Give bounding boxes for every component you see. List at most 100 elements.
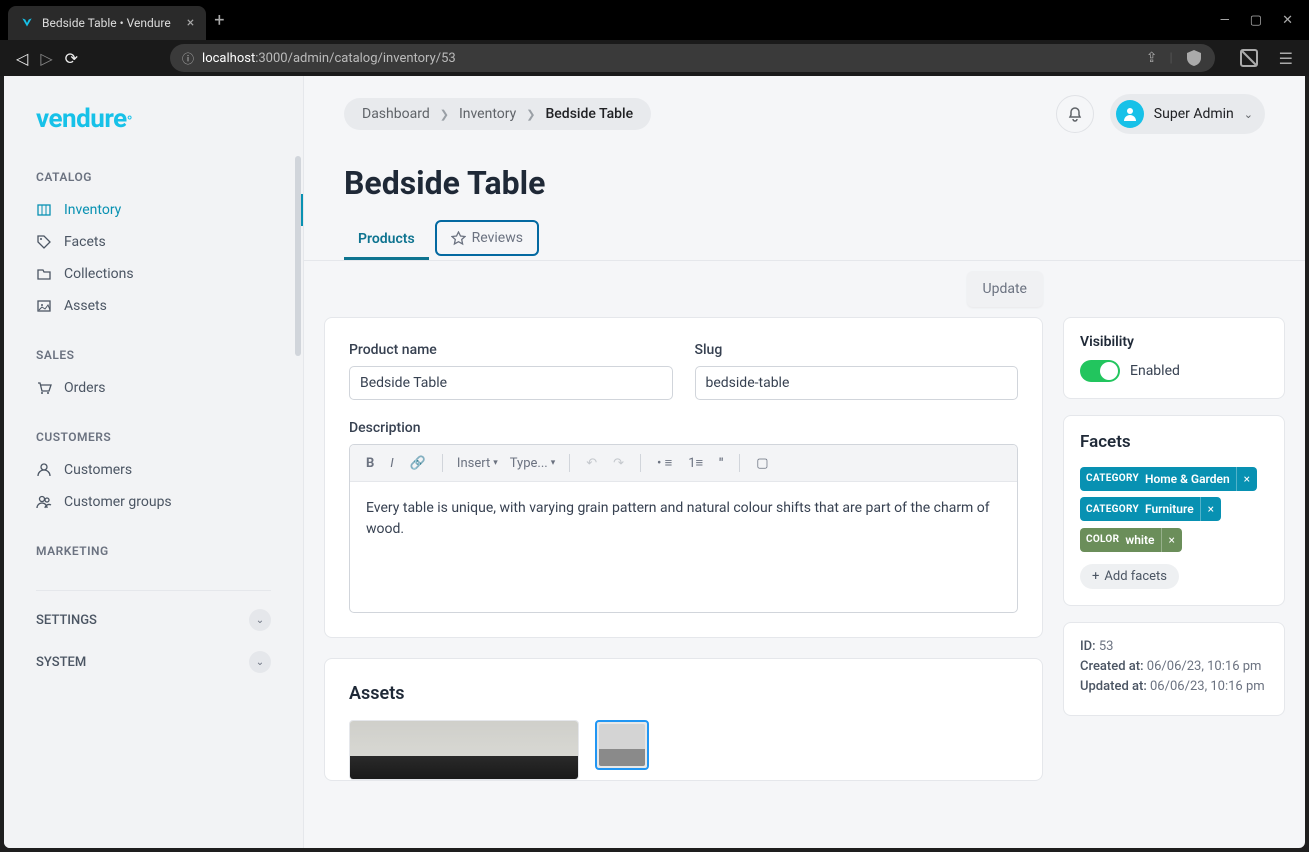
browser-toolbar: ◁ ▷ ⟳ ⓘ localhost:3000/admin/catalog/inv… — [0, 40, 1309, 76]
bold-icon[interactable]: B — [360, 452, 380, 475]
italic-icon[interactable]: I — [384, 452, 399, 475]
visibility-card: Visibility Enabled — [1063, 317, 1285, 399]
notifications-button[interactable] — [1056, 95, 1094, 133]
sidebar-expand-settings[interactable]: SETTINGS ⌄ — [4, 599, 303, 641]
sidebar-item-label: Customer groups — [64, 494, 172, 510]
slug-label: Slug — [695, 342, 1019, 358]
users-icon — [36, 494, 52, 510]
redo-icon: ↷ — [607, 452, 630, 475]
user-name: Super Admin — [1154, 106, 1234, 122]
brave-shield-icon[interactable] — [1185, 49, 1203, 67]
user-menu[interactable]: Super Admin ⌄ — [1110, 94, 1265, 134]
sidebar-item-customer-groups[interactable]: Customer groups — [4, 486, 303, 518]
sidebar-item-facets[interactable]: Facets — [4, 226, 303, 258]
breadcrumb-item[interactable]: Inventory — [459, 106, 516, 122]
breadcrumb: Dashboard ❯ Inventory ❯ Bedside Table — [344, 98, 651, 130]
tabs: Products Reviews — [304, 202, 1305, 261]
sidebar-item-customers[interactable]: Customers — [4, 454, 303, 486]
editor-toolbar: B I 🔗 Insert▾ Type...▾ ↶ ↷ • ≡ 1≡ — [350, 445, 1017, 482]
plus-icon: + — [1092, 569, 1099, 584]
browser-titlebar: Bedside Table • Vendure × + — ▢ ✕ — [0, 0, 1309, 40]
url-path: :3000/admin/catalog/inventory/53 — [255, 51, 456, 66]
sidebar-item-label: Customers — [64, 462, 132, 478]
insert-dropdown[interactable]: Insert▾ — [453, 452, 502, 475]
sidebar-item-assets[interactable]: Assets — [4, 290, 303, 322]
meta-card: ID: 53 Created at: 06/06/23, 10:16 pm Up… — [1063, 622, 1285, 716]
user-icon — [36, 462, 52, 478]
chevron-down-icon: ⌄ — [249, 651, 271, 673]
facet-chip: CATEGORYHome & Garden× — [1080, 467, 1257, 491]
minimize-icon[interactable]: — — [1220, 13, 1230, 28]
sidebar-item-inventory[interactable]: Inventory — [4, 194, 303, 226]
sidebar-item-label: Orders — [64, 380, 106, 396]
site-info-icon[interactable]: ⓘ — [182, 50, 194, 67]
nav-back-icon[interactable]: ◁ — [16, 49, 28, 68]
nav-reload-icon[interactable]: ⟳ — [65, 49, 78, 68]
maximize-icon[interactable]: ▢ — [1250, 13, 1262, 28]
facet-key: COLOR — [1080, 529, 1125, 550]
bullet-list-icon[interactable]: • ≡ — [651, 451, 678, 475]
facets-card: Facets CATEGORYHome & Garden×CATEGORYFur… — [1063, 415, 1285, 606]
remove-facet-icon[interactable]: × — [1236, 467, 1257, 491]
asset-preview[interactable] — [349, 720, 579, 780]
tab-reviews[interactable]: Reviews — [435, 220, 539, 256]
product-name-input[interactable] — [349, 366, 673, 400]
visibility-state: Enabled — [1130, 363, 1180, 379]
url-host: localhost — [202, 51, 255, 66]
add-facets-button[interactable]: + Add facets — [1080, 564, 1179, 589]
update-button[interactable]: Update — [967, 271, 1043, 307]
sidebar-item-orders[interactable]: Orders — [4, 372, 303, 404]
avatar — [1116, 100, 1144, 128]
nav-divider — [36, 590, 271, 591]
tab-close-icon[interactable]: × — [187, 15, 194, 31]
nav-forward-icon: ▷ — [40, 49, 52, 68]
tag-icon — [36, 234, 52, 250]
tab-label: Reviews — [472, 230, 523, 246]
nav-section-header: SALES — [4, 336, 303, 372]
window-controls: — ▢ ✕ — [1220, 13, 1301, 28]
facet-key: CATEGORY — [1080, 499, 1145, 520]
ordered-list-icon[interactable]: 1≡ — [682, 451, 709, 475]
page-title: Bedside Table — [304, 144, 1305, 202]
description-label: Description — [349, 420, 1018, 436]
scrollbar[interactable] — [295, 156, 301, 356]
visibility-title: Visibility — [1080, 334, 1268, 350]
user-icon — [1123, 107, 1137, 121]
quote-icon[interactable]: " — [713, 452, 729, 475]
editor-body[interactable]: Every table is unique, with varying grai… — [350, 482, 1017, 612]
app-root: vendure° CATALOG Inventory Facets Collectio… — [4, 76, 1305, 848]
browser-tab[interactable]: Bedside Table • Vendure × — [8, 6, 206, 40]
logo: vendure° — [4, 76, 303, 158]
remove-facet-icon[interactable]: × — [1161, 528, 1182, 552]
url-bar[interactable]: ⓘ localhost:3000/admin/catalog/inventory… — [170, 44, 1215, 72]
media-icon[interactable]: ▢ — [750, 452, 774, 475]
type-dropdown[interactable]: Type...▾ — [506, 452, 559, 475]
new-tab-button[interactable]: + — [214, 10, 224, 31]
chevron-down-icon: ⌄ — [1244, 108, 1253, 121]
tab-products[interactable]: Products — [344, 221, 429, 260]
undo-icon: ↶ — [580, 452, 603, 475]
sidebar-item-collections[interactable]: Collections — [4, 258, 303, 290]
breadcrumb-item[interactable]: Dashboard — [362, 106, 430, 122]
close-window-icon[interactable]: ✕ — [1282, 13, 1293, 28]
visibility-toggle[interactable] — [1080, 360, 1120, 382]
rich-text-editor: B I 🔗 Insert▾ Type...▾ ↶ ↷ • ≡ 1≡ — [349, 444, 1018, 613]
remove-facet-icon[interactable]: × — [1200, 497, 1221, 521]
sidebar-item-label: Collections — [64, 266, 134, 282]
menu-icon[interactable]: ☰ — [1279, 49, 1293, 68]
breadcrumb-current: Bedside Table — [545, 106, 633, 122]
extension-icon[interactable] — [1239, 48, 1259, 68]
sidebar-expand-label: SYSTEM — [36, 655, 86, 670]
bell-icon — [1067, 106, 1083, 122]
sidebar-expand-system[interactable]: SYSTEM ⌄ — [4, 641, 303, 683]
facet-chip: COLORwhite× — [1080, 528, 1182, 552]
asset-thumbnail[interactable] — [595, 720, 649, 770]
sidebar-expand-label: SETTINGS — [36, 613, 97, 628]
sidebar-item-label: Inventory — [64, 202, 121, 218]
share-icon[interactable]: ⇪ — [1146, 50, 1158, 66]
slug-input[interactable] — [695, 366, 1019, 400]
browser-tab-title: Bedside Table • Vendure — [42, 16, 171, 30]
nav-section-header: CATALOG — [4, 158, 303, 194]
product-form-card: Product name Slug Description B I — [324, 317, 1043, 638]
chevron-down-icon: ⌄ — [249, 609, 271, 631]
